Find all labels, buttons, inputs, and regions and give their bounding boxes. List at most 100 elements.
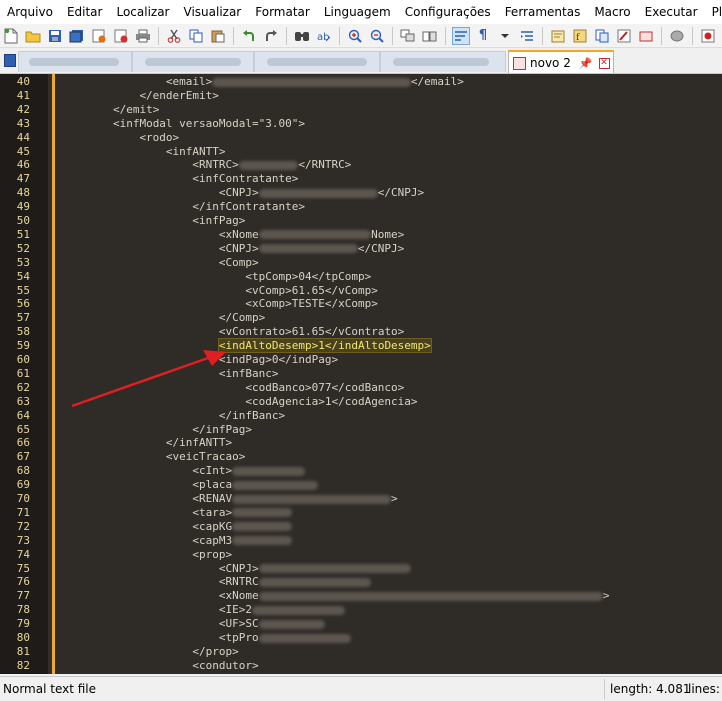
menu-macro[interactable]: Macro [587, 0, 637, 24]
code-text: <tpPro [219, 631, 352, 645]
code-line[interactable]: 49 </infContratante> [0, 200, 722, 214]
code-line[interactable]: 67 <veicTracao> [0, 450, 722, 464]
menu-linguagem[interactable]: Linguagem [317, 0, 398, 24]
code-line[interactable]: 82 <condutor> [0, 659, 722, 673]
code-line[interactable]: 48 <CNPJ> </CNPJ> [0, 186, 722, 200]
user-lang-icon[interactable] [518, 27, 536, 45]
code-line[interactable]: 68 <cInt> [0, 464, 722, 478]
function-list-icon[interactable]: f [571, 27, 589, 45]
tab-obscured[interactable] [18, 51, 132, 72]
code-editor[interactable]: 40 <email> </email> 41 </enderEmit> 42 </emit>… [0, 74, 722, 674]
line-number: 77 [16, 589, 30, 603]
code-line-highlighted[interactable]: 59 <indAltoDesemp>1</indAltoDesemp> [0, 338, 722, 354]
code-line[interactable]: 58 <vContrato>61.65</vContrato> [0, 325, 722, 339]
menu-arquivo[interactable]: Arquivo [0, 0, 60, 24]
code-line[interactable]: 41 </enderEmit> [0, 89, 722, 103]
menu-localizar[interactable]: Localizar [109, 0, 176, 24]
code-line[interactable]: 63 <codAgencia>1</codAgencia> [0, 395, 722, 409]
zoom-in-icon[interactable] [346, 27, 364, 45]
menu-bar: Arquivo Editar Localizar Visualizar Formatar… [0, 0, 722, 24]
code-line[interactable]: 55 <vComp>61.65</vComp> [0, 284, 722, 298]
status-lines: lines: [688, 682, 720, 696]
code-line[interactable]: 57 </Comp> [0, 311, 722, 325]
zoom-out-icon[interactable] [368, 27, 386, 45]
code-line[interactable]: 44 <rodo> [0, 131, 722, 145]
code-line[interactable]: 69 <placa [0, 478, 722, 492]
word-wrap-icon[interactable] [452, 26, 470, 45]
copy-icon[interactable] [187, 27, 205, 45]
code-token: <xComp>TESTE</xComp> [245, 297, 378, 311]
code-line[interactable]: 64 </infBanc> [0, 409, 722, 423]
redo-icon[interactable] [262, 27, 280, 45]
code-line[interactable]: 77 <xNome > [0, 589, 722, 603]
code-line[interactable]: 46 <RNTRC> </RNTRC> [0, 158, 722, 172]
code-line[interactable]: 53 <Comp> [0, 256, 722, 270]
code-line[interactable]: 66 </infANTT> [0, 436, 722, 450]
monitoring-icon[interactable] [615, 27, 633, 45]
tab-close-icon[interactable]: ✕ [598, 57, 610, 69]
print-icon[interactable] [134, 27, 152, 45]
indent-guide-icon[interactable] [496, 27, 514, 45]
menu-editar[interactable]: Editar [60, 0, 110, 24]
code-line[interactable]: 76 <RNTRC [0, 575, 722, 589]
doc-map-icon[interactable] [549, 27, 567, 45]
code-line[interactable]: 43 <infModal versaoModal="3.00"> [0, 117, 722, 131]
code-line[interactable]: 61 <infBanc> [0, 367, 722, 381]
code-line[interactable]: 81 </prop> [0, 645, 722, 659]
code-token: </CNPJ> [377, 186, 425, 200]
code-line[interactable]: 42 </emit> [0, 103, 722, 117]
code-line[interactable]: 80 <tpPro [0, 631, 722, 645]
menu-formatar[interactable]: Formatar [248, 0, 317, 24]
sync-horizontal-icon[interactable] [421, 27, 439, 45]
code-line[interactable]: 47 <infContratante> [0, 172, 722, 186]
status-file-type: Normal text file [3, 682, 97, 696]
code-line[interactable]: 79 <UF>SC [0, 617, 722, 631]
undo-icon[interactable] [240, 27, 258, 45]
code-line[interactable]: 73 <capM3 [0, 534, 722, 548]
folder-workspace-icon[interactable] [593, 27, 611, 45]
menu-configuracoes[interactable]: Configurações [398, 0, 498, 24]
tab-novo-2[interactable]: novo 2 📌 ✕ [508, 50, 614, 73]
code-line[interactable]: 56 <xComp>TESTE</xComp> [0, 297, 722, 311]
replace-icon[interactable]: ab [315, 27, 333, 45]
tab-obscured[interactable] [380, 51, 506, 72]
code-line[interactable]: 62 <codBanco>077</codBanco> [0, 381, 722, 395]
code-line[interactable]: 72 <capKG [0, 520, 722, 534]
open-file-icon[interactable] [24, 27, 42, 45]
menu-visualizar[interactable]: Visualizar [177, 0, 249, 24]
code-line[interactable]: 60 <indPag>0</indPag> [0, 353, 722, 367]
code-line[interactable]: 50 <infPag> [0, 214, 722, 228]
show-all-chars-icon[interactable]: ¶ [474, 27, 492, 45]
code-line[interactable]: 74 <prop> [0, 548, 722, 562]
code-line[interactable]: 78 <IE>2 [0, 603, 722, 617]
menu-plugins[interactable]: Plugins [705, 0, 722, 24]
code-line[interactable]: 52 <CNPJ> </CNPJ> [0, 242, 722, 256]
close-icon[interactable] [90, 27, 108, 45]
menu-ferramentas[interactable]: Ferramentas [498, 0, 588, 24]
code-line[interactable]: 40 <email> </email> [0, 75, 722, 89]
line-number: 55 [16, 283, 30, 297]
save-all-icon[interactable] [68, 27, 86, 45]
paste-icon[interactable] [209, 27, 227, 45]
line-number: 50 [16, 214, 30, 227]
code-line[interactable]: 71 <tara> [0, 506, 722, 520]
close-all-icon[interactable] [112, 27, 130, 45]
record-macro-icon[interactable] [637, 27, 655, 45]
save-icon[interactable] [46, 27, 64, 45]
tab-obscured[interactable] [254, 51, 380, 72]
code-line[interactable]: 45 <infANTT> [0, 145, 722, 159]
cut-icon[interactable] [165, 27, 183, 45]
find-icon[interactable] [293, 27, 311, 45]
code-line[interactable]: 51 <xNome Nome> [0, 228, 722, 242]
pin-icon[interactable]: 📌 [579, 57, 593, 70]
tab-obscured[interactable] [132, 51, 254, 72]
stop-record-icon[interactable] [668, 27, 686, 45]
code-line[interactable]: 75 <CNPJ> [0, 562, 722, 576]
code-line[interactable]: 54 <tpComp>04</tpComp> [0, 270, 722, 284]
record-icon[interactable] [699, 27, 717, 45]
sync-vertical-icon[interactable] [399, 27, 417, 45]
new-file-icon[interactable] [2, 27, 20, 45]
code-line[interactable]: 65 </infPag> [0, 423, 722, 437]
menu-executar[interactable]: Executar [638, 0, 705, 24]
code-line[interactable]: 70 <RENAV > [0, 492, 722, 506]
